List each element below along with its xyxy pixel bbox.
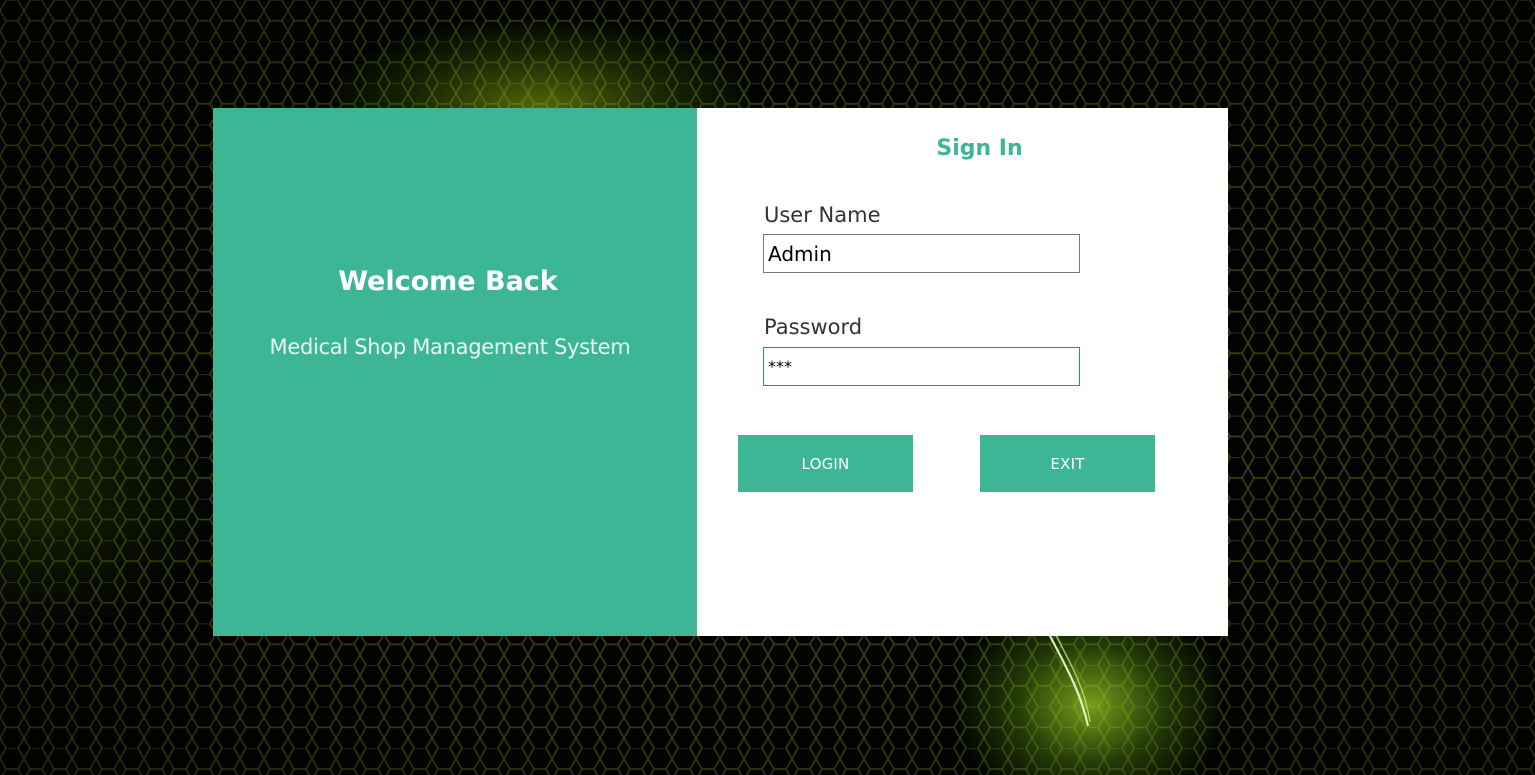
password-label: Password	[764, 315, 863, 339]
welcome-panel: Welcome Back Medical Shop Management Sys…	[213, 108, 697, 636]
login-button[interactable]: LOGIN	[738, 435, 913, 492]
password-input[interactable]	[763, 347, 1080, 386]
username-label: User Name	[764, 203, 881, 227]
username-input[interactable]	[763, 234, 1080, 273]
welcome-title: Welcome Back	[338, 266, 558, 297]
app-subtitle: Medical Shop Management System	[269, 335, 631, 359]
signin-title: Sign In	[936, 136, 1023, 161]
signin-panel: Sign In User Name Password	[697, 108, 1228, 636]
login-window: Welcome Back Medical Shop Management Sys…	[213, 108, 1228, 636]
exit-button[interactable]: EXIT	[980, 435, 1155, 492]
light-streak	[1047, 631, 1091, 727]
